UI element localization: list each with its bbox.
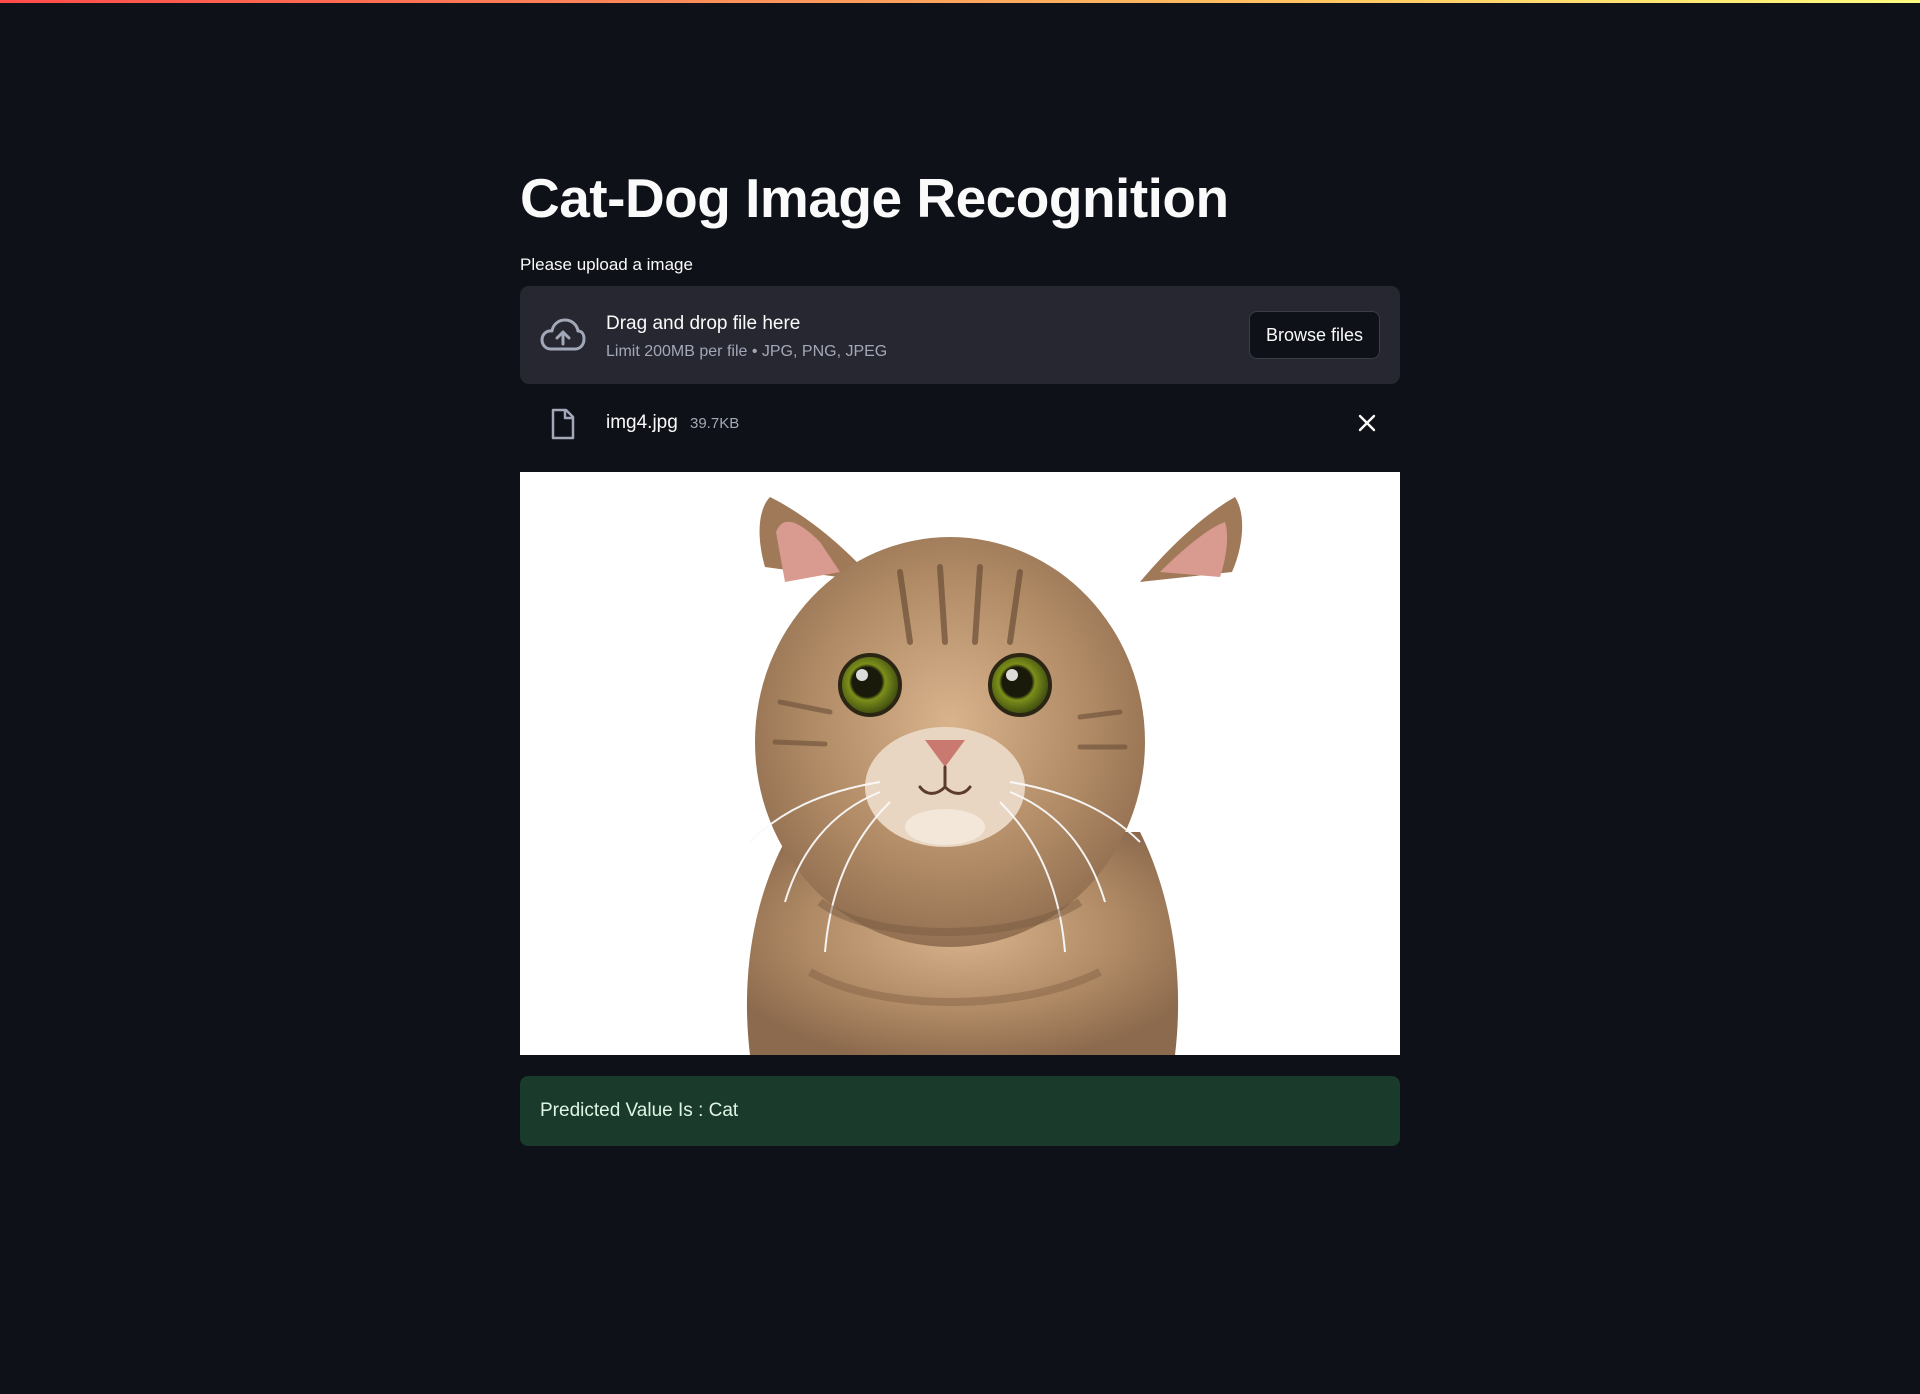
- file-icon: [551, 408, 575, 440]
- prediction-result-alert: Predicted Value Is : Cat: [520, 1076, 1400, 1146]
- uploader-label: Please upload a image: [520, 255, 693, 274]
- header-decoration-bar: [0, 0, 1920, 3]
- page-title: Cat-Dog Image Recognition: [520, 167, 1229, 229]
- file-dropzone[interactable]: Drag and drop file here Limit 200MB per …: [520, 286, 1400, 384]
- dropzone-instructions: Drag and drop file here: [606, 313, 801, 334]
- uploaded-file-name: img4.jpg: [606, 412, 678, 433]
- uploaded-file-size: 39.7KB: [690, 415, 740, 432]
- prediction-result-text: Predicted Value Is : Cat: [540, 1100, 739, 1121]
- uploaded-file-row: img4.jpg 39.7KB: [520, 398, 1400, 448]
- dropzone-limit-text: Limit 200MB per file • JPG, PNG, JPEG: [606, 343, 888, 360]
- browse-files-button[interactable]: Browse files: [1249, 311, 1380, 359]
- close-icon[interactable]: [1356, 412, 1378, 434]
- cat-photo: [520, 472, 1400, 1055]
- uploaded-image-preview: [520, 472, 1400, 1055]
- cloud-upload-icon: [540, 318, 586, 351]
